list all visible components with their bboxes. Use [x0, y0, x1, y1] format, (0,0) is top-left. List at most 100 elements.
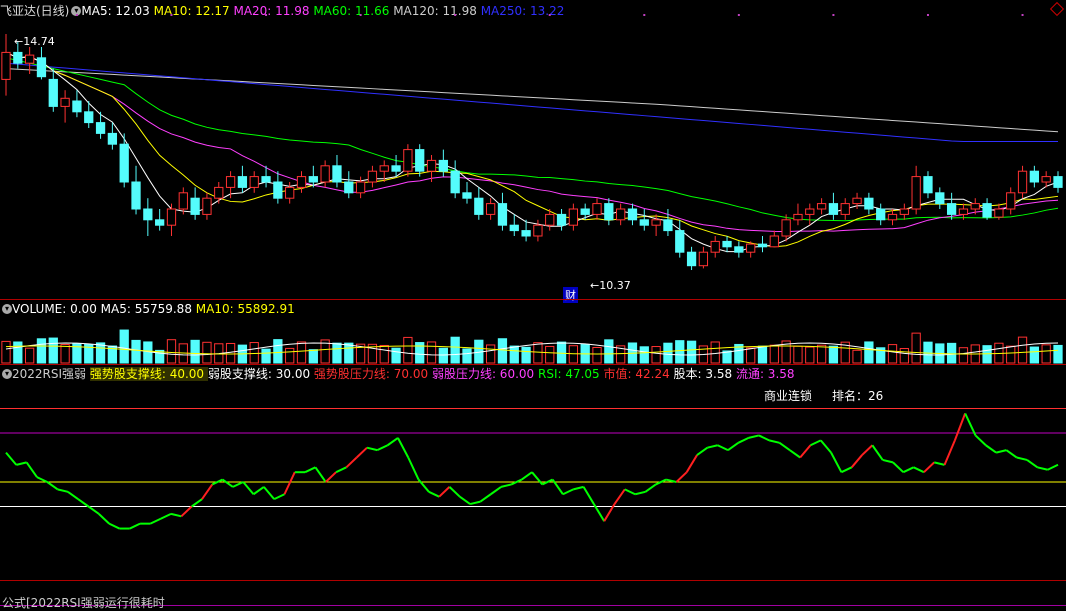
rsi-segment	[376, 444, 389, 452]
rsi-segment	[490, 486, 502, 496]
event-marker	[643, 14, 646, 16]
rsi-segment	[624, 488, 636, 496]
rsi-segment	[810, 439, 822, 447]
volume-bar	[1041, 344, 1051, 364]
rsi-segment	[953, 413, 967, 441]
candle-body	[131, 181, 141, 210]
candle-body	[379, 165, 389, 172]
candle-body	[1053, 176, 1063, 188]
candle-body	[852, 197, 862, 205]
candle-body	[958, 208, 969, 215]
event-marker	[926, 14, 929, 16]
rsi-segment	[789, 449, 801, 459]
candle-body	[592, 203, 602, 215]
volume-bar	[450, 336, 460, 364]
volume-bar	[887, 344, 898, 364]
separator-3	[0, 580, 1066, 581]
volume-bar	[1006, 345, 1016, 364]
rsi-legend-3: 强势股压力线: 70.00	[313, 367, 432, 381]
rsi-segment	[438, 486, 451, 498]
candle-body	[332, 165, 342, 183]
candle-body	[509, 224, 519, 232]
rsi-segment	[717, 444, 729, 452]
candle-body	[48, 78, 58, 107]
volume-bar	[710, 341, 720, 364]
rsi-segment	[129, 522, 141, 530]
volume-bar	[958, 347, 969, 364]
collapse-icon[interactable]: ▾	[2, 369, 12, 379]
rsi-segment	[191, 498, 203, 508]
candle-body	[119, 143, 129, 183]
candle-body	[686, 251, 697, 267]
fin-badge[interactable]: 财	[563, 287, 578, 303]
candle-body	[403, 149, 413, 172]
volume-bar	[249, 342, 259, 364]
rsi-legend-items: 2022RSI强弱 强势股支撑线: 40.00 弱股支撑线: 30.00 强势股…	[12, 367, 795, 381]
volume-bar	[675, 340, 685, 364]
rsi-legend-7: 股本: 3.58	[673, 367, 736, 381]
candle-body	[84, 111, 94, 124]
candle-body	[60, 97, 70, 107]
candle-body	[1006, 192, 1016, 210]
rsi-segment	[16, 461, 27, 466]
rsi-segment	[170, 512, 182, 518]
rsi-segment	[252, 486, 265, 496]
candle-body	[1029, 170, 1039, 183]
volume-bar	[36, 338, 47, 364]
candle-body	[651, 219, 661, 226]
rsi-segment	[500, 483, 512, 488]
candle-body	[202, 197, 212, 215]
candle-body	[876, 208, 886, 221]
candle-body	[746, 243, 756, 253]
rsi-segment	[397, 437, 410, 458]
ma60-line	[5, 57, 1059, 222]
stock-chart-window: 飞亚达(日线) ▾ MA5: 12.03 MA10: 12.17 MA20: 11.…	[0, 0, 1066, 611]
candle-body	[663, 219, 673, 232]
volume-bar	[1, 340, 11, 364]
candle-body	[1, 51, 11, 80]
vol-legend-2: MA10: 55892.91	[195, 302, 295, 316]
low-price-label: ←10.37	[590, 279, 631, 292]
event-marker	[75, 14, 78, 16]
rsi-segment	[5, 451, 18, 466]
volume-bar	[686, 340, 697, 364]
candle-body	[320, 165, 330, 183]
candle-body	[296, 176, 307, 188]
candle-body	[25, 54, 35, 64]
volume-bar	[757, 345, 768, 364]
volume-bar	[592, 347, 602, 364]
candle-body	[273, 181, 283, 199]
volume-bar	[190, 339, 200, 364]
rsi-legend-5: RSI: 47.05	[537, 367, 604, 381]
rsi-segment	[273, 493, 285, 501]
rsi-segment	[1047, 463, 1059, 471]
rsi-segment	[861, 444, 874, 456]
rsi-segment	[417, 478, 430, 493]
event-marker	[170, 14, 173, 16]
rsi-segment	[634, 490, 646, 496]
candle-body	[781, 219, 791, 237]
candle-body	[367, 170, 378, 183]
rsi-segment	[160, 512, 172, 520]
candle-body	[214, 186, 224, 199]
rsi-segment	[840, 466, 853, 474]
candle-body	[426, 159, 437, 172]
volume-bar	[273, 339, 283, 364]
rsi-legend-6: 市值: 42.24	[603, 367, 674, 381]
rsi-segment	[778, 441, 791, 451]
candle-body	[887, 213, 898, 221]
candle-body	[616, 208, 626, 221]
rsi-segment	[964, 412, 977, 436]
candle-body	[911, 176, 921, 210]
rsi-segment	[985, 444, 997, 454]
rsi-segment	[531, 471, 544, 486]
rsi-segment	[1037, 466, 1048, 471]
rsi-segment	[201, 483, 214, 500]
volume-bar	[1053, 344, 1063, 364]
candle-body	[935, 192, 945, 205]
collapse-icon[interactable]: ▾	[2, 304, 12, 314]
rsi-segment	[304, 466, 316, 474]
rsi-legend-2: 弱股支撑线: 30.00	[207, 367, 314, 381]
rsi-segment	[67, 490, 79, 500]
rsi-segment	[923, 461, 935, 473]
